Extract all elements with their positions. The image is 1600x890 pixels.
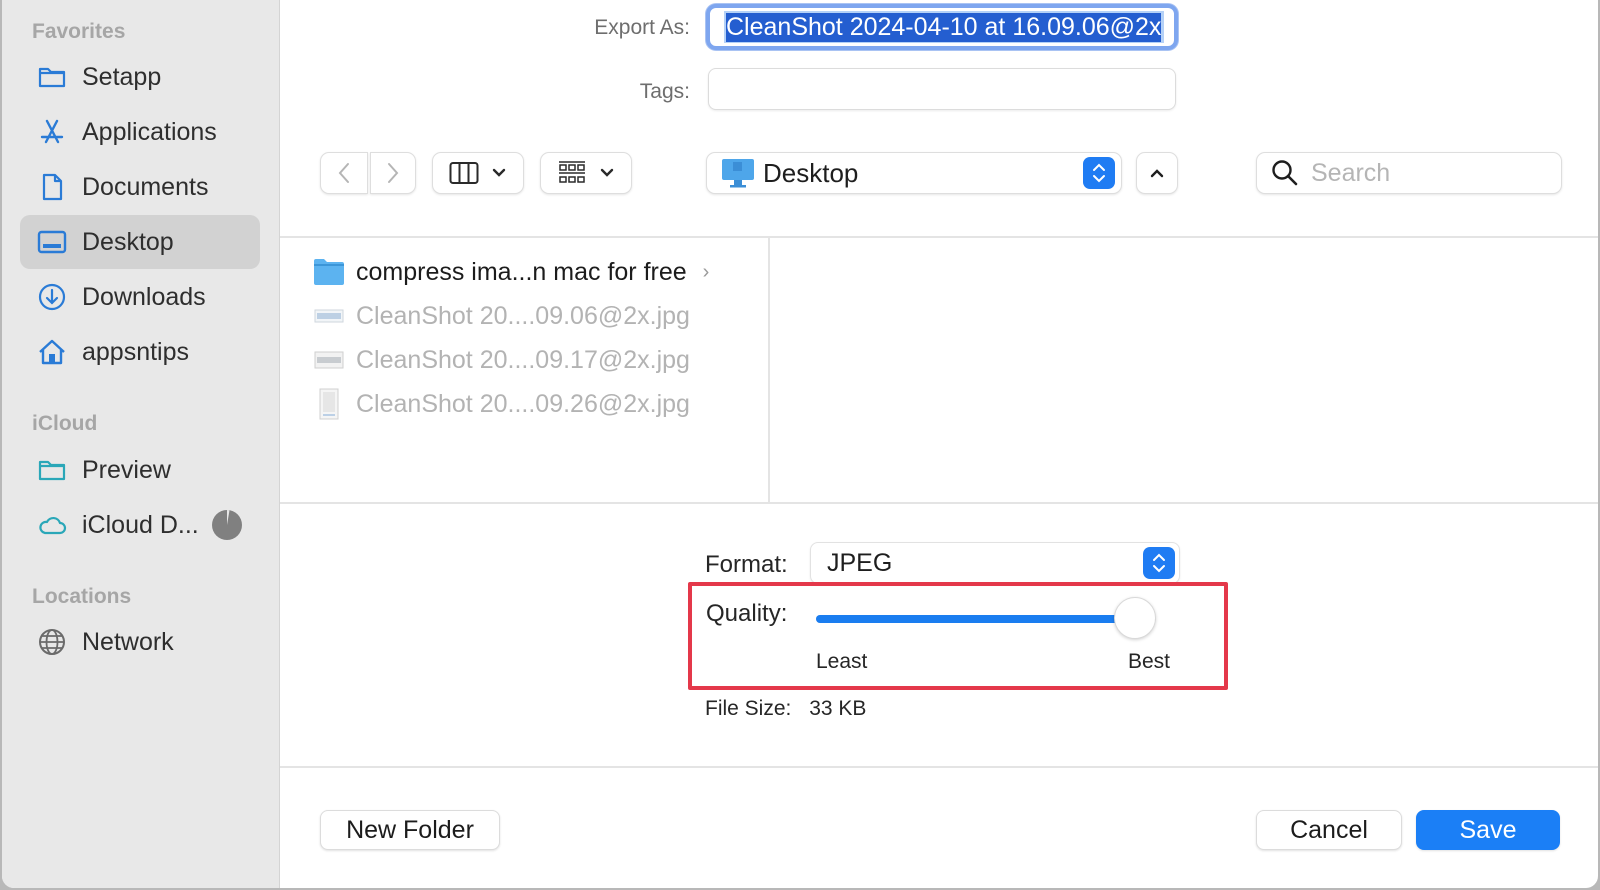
image-thumbnail-icon [312, 343, 346, 377]
tags-input[interactable] [709, 69, 1175, 109]
chevron-down-icon [600, 168, 614, 177]
export-dialog: Favorites Setapp Applications Documents … [2, 0, 1598, 888]
sidebar-item-label: Applications [82, 117, 217, 146]
sidebar-item-label: appsntips [82, 337, 190, 366]
format-popup[interactable]: JPEG [810, 542, 1180, 584]
sidebar-item-setapp[interactable]: Setapp [20, 50, 260, 104]
file-name: CleanShot 20....09.17@2x.jpg [356, 345, 690, 374]
sidebar-item-applications[interactable]: Applications [20, 105, 260, 159]
folder-icon [36, 454, 68, 486]
chevron-down-icon [492, 168, 506, 177]
sidebar-item-label: Downloads [82, 282, 206, 311]
divider [280, 502, 1598, 504]
folder-icon [36, 61, 68, 93]
file-name: compress ima...n mac for free [356, 257, 687, 286]
format-value: JPEG [827, 548, 893, 577]
sidebar-item-icloud-drive[interactable]: iCloud D... [20, 498, 260, 552]
globe-icon [36, 626, 68, 658]
sidebar-item-label: Network [82, 627, 174, 656]
sidebar-item-documents[interactable]: Documents [20, 160, 260, 214]
quality-slider-track[interactable] [816, 615, 1156, 623]
export-as-input[interactable] [724, 11, 1164, 43]
sync-progress-icon [211, 509, 242, 540]
view-mode-button[interactable] [432, 152, 524, 194]
download-icon [36, 281, 68, 313]
column-view-icon [449, 162, 479, 184]
file-row-folder[interactable]: compress ima...n mac for free › [312, 252, 709, 292]
save-button[interactable]: Save [1416, 810, 1560, 850]
sidebar-section-locations: Locations [32, 585, 132, 608]
tags-field[interactable] [708, 68, 1176, 110]
sidebar-item-label: iCloud D... [82, 510, 199, 539]
new-folder-button[interactable]: New Folder [320, 810, 500, 850]
quality-slider-fill [816, 615, 1135, 623]
quality-min-label: Least [816, 650, 868, 673]
sidebar-section-icloud: iCloud [32, 412, 98, 435]
desktop-icon [36, 226, 68, 258]
chevron-right-icon [388, 163, 399, 183]
cloud-icon [36, 509, 68, 541]
sidebar-item-downloads[interactable]: Downloads [20, 270, 260, 324]
sidebar-item-label: Setapp [82, 62, 162, 91]
file-size-value: 33 KB [809, 697, 867, 720]
divider [280, 766, 1598, 768]
group-button[interactable] [540, 152, 632, 194]
file-row-image: CleanShot 20....09.26@2x.jpg [312, 384, 690, 424]
chevron-up-icon [1150, 169, 1164, 178]
search-icon [1272, 160, 1298, 186]
sidebar-item-label: Preview [82, 455, 171, 484]
image-thumbnail-icon [312, 299, 346, 333]
image-thumbnail-icon [312, 387, 346, 421]
applications-icon [36, 116, 68, 148]
search-field[interactable] [1256, 152, 1562, 194]
quality-max-label: Best [1128, 650, 1171, 673]
sidebar-section-favorites: Favorites [32, 20, 126, 43]
column-divider [768, 238, 770, 502]
file-row-image: CleanShot 20....09.17@2x.jpg [312, 340, 690, 380]
sidebar-item-appsntips[interactable]: appsntips [20, 325, 260, 379]
chevron-left-icon [338, 163, 349, 183]
grid-group-icon [559, 161, 585, 183]
divider [280, 236, 1598, 238]
cancel-button[interactable]: Cancel [1256, 810, 1402, 850]
sidebar-item-network[interactable]: Network [20, 615, 260, 669]
document-icon [36, 171, 68, 203]
quality-slider-thumb[interactable] [1114, 597, 1156, 639]
desktop-computer-icon [722, 159, 754, 188]
location-stepper-icon [1083, 157, 1115, 189]
format-stepper-icon [1143, 547, 1175, 579]
export-as-label: Export As: [594, 16, 690, 39]
sidebar-item-preview[interactable]: Preview [20, 443, 260, 497]
sidebar-item-label: Desktop [82, 227, 174, 256]
home-icon [36, 336, 68, 368]
folder-icon [312, 255, 346, 289]
chevron-right-icon: › [702, 260, 710, 283]
format-label: Format: [705, 551, 788, 578]
file-size: File Size: 33 KB [705, 697, 866, 721]
file-size-label: File Size: [705, 697, 792, 720]
quality-label: Quality: [706, 600, 788, 627]
search-input[interactable] [1311, 158, 1551, 188]
back-button[interactable] [320, 152, 368, 194]
tags-label: Tags: [639, 80, 690, 103]
sidebar-item-desktop[interactable]: Desktop [20, 215, 260, 269]
export-as-field[interactable] [706, 4, 1178, 50]
collapse-button[interactable] [1136, 152, 1178, 194]
file-name: CleanShot 20....09.26@2x.jpg [356, 389, 690, 418]
file-name: CleanShot 20....09.06@2x.jpg [356, 301, 690, 330]
location-popup[interactable]: Desktop [706, 152, 1122, 194]
forward-button[interactable] [370, 152, 416, 194]
sidebar-item-label: Documents [82, 172, 209, 201]
sidebar: Favorites Setapp Applications Documents … [2, 0, 280, 888]
file-row-image: CleanShot 20....09.06@2x.jpg [312, 296, 690, 336]
location-label: Desktop [763, 157, 859, 188]
